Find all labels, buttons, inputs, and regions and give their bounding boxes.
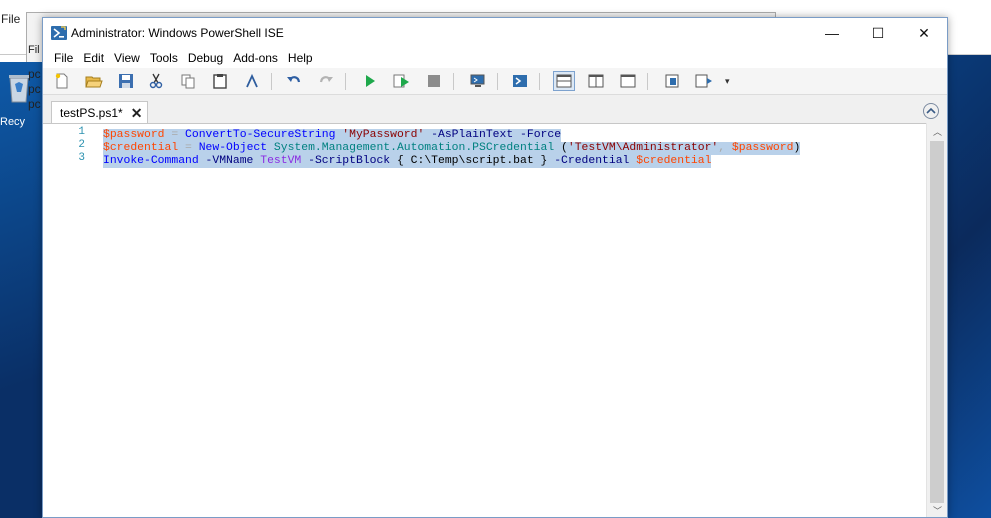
background-file-menu[interactable]: File	[1, 12, 20, 26]
code-token: ,	[718, 142, 732, 154]
minimize-button[interactable]: —	[809, 18, 855, 48]
powershell-ise-icon	[51, 26, 67, 40]
code-token: -Credential	[554, 155, 630, 167]
close-button[interactable]: ✕	[901, 18, 947, 48]
code-line-text: Invoke-Command -VMName TestVM -ScriptBlo…	[103, 155, 712, 168]
menu-debug[interactable]: Debug	[183, 51, 228, 65]
code-line[interactable]: $password = ConvertTo-SecureString 'MyPa…	[103, 126, 800, 142]
background-window-strip	[948, 30, 991, 55]
menu-edit[interactable]: Edit	[78, 51, 109, 65]
menu-view[interactable]: View	[109, 51, 145, 65]
paste-icon[interactable]	[209, 71, 231, 91]
desktop-wallpaper-left	[0, 62, 42, 518]
code-token: { C:\Temp\script.bat }	[390, 155, 555, 167]
toolbar-separator	[453, 73, 454, 90]
scroll-down-icon[interactable]: ﹀	[927, 502, 947, 517]
window-title: Administrator: Windows PowerShell ISE	[71, 26, 284, 40]
code-area[interactable]: $password = ConvertTo-SecureString 'MyPa…	[103, 126, 801, 168]
menu-bar: File Edit View Tools Debug Add-ons Help	[43, 48, 947, 68]
show-addon-icon[interactable]	[693, 71, 715, 91]
desktop-wallpaper-right	[948, 55, 991, 518]
menu-addons[interactable]: Add-ons	[228, 51, 283, 65]
code-token: TestVM	[260, 155, 302, 167]
script-tab-strip: testPS.ps1* ✕	[43, 96, 947, 124]
code-token: $password	[731, 142, 794, 154]
maximize-button[interactable]: ☐	[855, 18, 901, 48]
line-number: 3	[78, 152, 85, 164]
clear-icon[interactable]	[241, 71, 263, 91]
code-token: Invoke-Command	[103, 155, 199, 167]
toolbar-separator	[345, 73, 346, 90]
undo-icon[interactable]	[283, 71, 305, 91]
run-selection-icon[interactable]	[391, 71, 413, 91]
menu-help[interactable]: Help	[283, 51, 318, 65]
toolbar-separator	[647, 73, 648, 90]
scroll-thumb[interactable]	[930, 141, 944, 503]
menu-tools[interactable]: Tools	[145, 51, 183, 65]
collapse-script-pane-icon[interactable]	[923, 103, 939, 119]
redo-icon[interactable]	[315, 71, 337, 91]
code-token: -VMName	[205, 155, 254, 167]
toolbar-separator	[497, 73, 498, 90]
powershell-icon[interactable]	[509, 71, 531, 91]
code-line[interactable]: $credential = New-Object System.Manageme…	[103, 139, 801, 155]
toolbar-separator	[271, 73, 272, 90]
editor-vertical-scrollbar[interactable]: ︿ ﹀	[926, 123, 947, 517]
close-tab-icon[interactable]: ✕	[131, 106, 143, 120]
minimize-icon: —	[825, 25, 839, 41]
close-icon: ✕	[918, 24, 930, 41]
line-number: 2	[78, 139, 85, 151]
code-token: )	[793, 142, 801, 154]
script-editor[interactable]: 1 2 3 $password = ConvertTo-SecureString…	[43, 123, 928, 517]
save-icon[interactable]	[115, 71, 137, 91]
powershell-ise-window: Administrator: Windows PowerShell ISE — …	[42, 17, 948, 518]
new-icon[interactable]	[51, 71, 73, 91]
line-number: 1	[78, 126, 85, 138]
open-icon[interactable]	[83, 71, 105, 91]
remote-icon[interactable]	[467, 71, 489, 91]
code-token: -ScriptBlock	[308, 155, 391, 167]
toolbar-overflow-icon[interactable]: ▾	[725, 76, 730, 87]
layout-max-icon[interactable]	[617, 71, 639, 91]
menu-file[interactable]: File	[49, 51, 78, 65]
tab-label: testPS.ps1*	[60, 106, 123, 120]
recycle-bin-icon[interactable]	[6, 70, 32, 104]
line-number-gutter: 1 2 3	[43, 126, 91, 165]
run-icon[interactable]	[359, 71, 381, 91]
stop-icon[interactable]	[423, 71, 445, 91]
copy-icon[interactable]	[177, 71, 199, 91]
toolbar-separator	[539, 73, 540, 90]
tab-testps[interactable]: testPS.ps1* ✕	[51, 101, 148, 124]
layout-right-icon[interactable]	[585, 71, 607, 91]
cut-icon[interactable]	[145, 71, 167, 91]
show-commands-icon[interactable]	[661, 71, 683, 91]
code-line[interactable]: Invoke-Command -VMName TestVM -ScriptBlo…	[103, 152, 800, 168]
background-file-menu-2[interactable]: Fil	[28, 44, 40, 56]
title-bar[interactable]: Administrator: Windows PowerShell ISE — …	[43, 18, 947, 48]
layout-top-icon[interactable]	[553, 71, 575, 91]
code-token: $credential	[636, 155, 712, 167]
toolbar: ▾	[43, 68, 947, 95]
scroll-up-icon[interactable]: ︿	[927, 123, 947, 140]
recycle-bin-label: Recy	[0, 116, 26, 128]
maximize-icon: ☐	[871, 24, 885, 41]
